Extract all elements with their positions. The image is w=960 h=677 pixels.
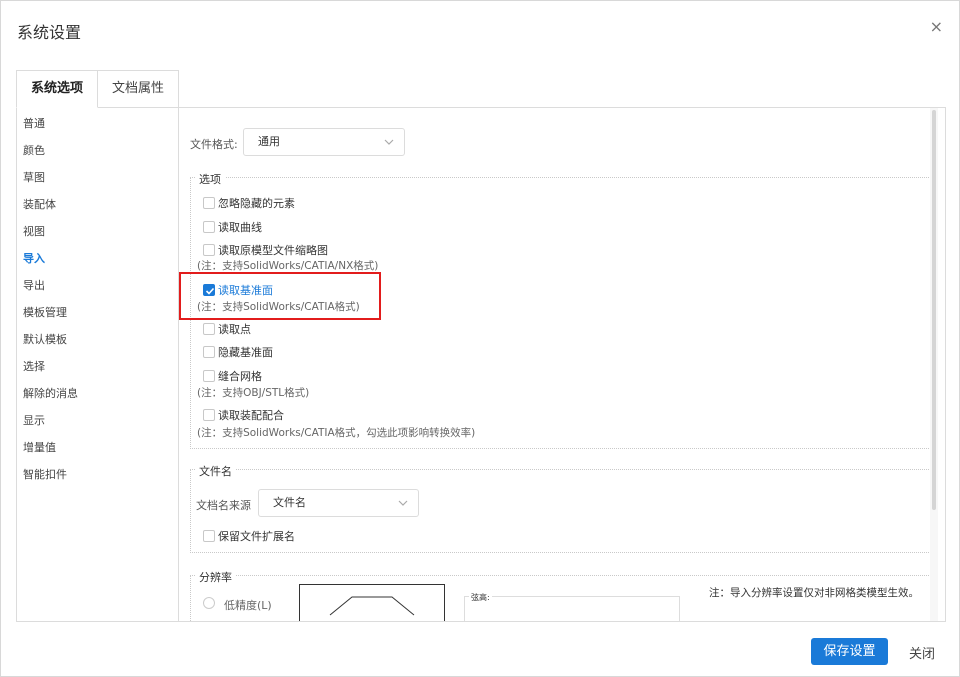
stitch-mesh-option[interactable]: 缝合网格 <box>203 368 262 384</box>
resolution-note: 注：导入分辨率设置仅对非网格类模型生效。 <box>709 587 919 599</box>
sidebar-item-increment[interactable]: 增量值 <box>23 439 56 455</box>
sidebar-item-dismissed-messages[interactable]: 解除的消息 <box>23 385 78 401</box>
chevron-down-icon <box>398 500 408 506</box>
stitch-mesh-note: (注：支持OBJ/STL格式) <box>197 387 310 399</box>
filename-source-label: 文档名来源 <box>196 499 251 512</box>
octagon-preview-icon <box>329 596 415 616</box>
close-icon[interactable]: × <box>930 19 943 35</box>
options-legend: 选项 <box>195 171 225 187</box>
read-points-option[interactable]: 读取点 <box>203 321 251 337</box>
import-settings-panel: 文件格式: 通用 选项 忽略隐藏的元素 读取曲线 读取原模型文件缩略图 (注：支… <box>180 108 938 621</box>
ignore-hidden-label: 忽略隐藏的元素 <box>218 197 295 210</box>
ignore-hidden-option[interactable]: 忽略隐藏的元素 <box>203 195 295 211</box>
file-format-value: 通用 <box>258 135 280 148</box>
sidebar-item-assembly[interactable]: 装配体 <box>23 196 56 212</box>
hide-datum-label: 隐藏基准面 <box>218 346 273 359</box>
tab-system-options[interactable]: 系统选项 <box>16 70 98 108</box>
sidebar: 普通 颜色 草图 装配体 视图 导入 导出 模板管理 默认模板 选择 解除的消息… <box>17 108 179 621</box>
keep-extension-checkbox[interactable] <box>203 530 215 542</box>
filename-source-select[interactable]: 文件名 <box>258 489 419 517</box>
hide-datum-option[interactable]: 隐藏基准面 <box>203 344 273 360</box>
sidebar-item-color[interactable]: 颜色 <box>23 142 45 158</box>
sidebar-item-export[interactable]: 导出 <box>23 277 45 293</box>
resolution-group: 分辨率 低精度(L) 弦高: 注：导入分辨率设置仅对非网格类模型生效。 <box>190 569 931 621</box>
read-points-checkbox[interactable] <box>203 323 215 335</box>
hide-datum-checkbox[interactable] <box>203 346 215 358</box>
read-thumbnail-note: (注：支持SolidWorks/CATIA/NX格式) <box>197 260 379 272</box>
read-mates-option[interactable]: 读取装配配合 <box>203 407 284 423</box>
file-format-label: 文件格式: <box>190 138 238 151</box>
settings-body: 普通 颜色 草图 装配体 视图 导入 导出 模板管理 默认模板 选择 解除的消息… <box>16 107 946 622</box>
sidebar-item-default-template[interactable]: 默认模板 <box>23 331 67 347</box>
keep-extension-label: 保留文件扩展名 <box>218 530 295 543</box>
sidebar-item-smart-fastener[interactable]: 智能扣件 <box>23 466 67 482</box>
stitch-mesh-checkbox[interactable] <box>203 370 215 382</box>
stitch-mesh-label: 缝合网格 <box>218 370 262 383</box>
read-thumbnail-option[interactable]: 读取原模型文件缩略图 <box>203 242 328 258</box>
chord-height-label: 弦高: <box>469 592 492 603</box>
read-points-label: 读取点 <box>218 323 251 336</box>
read-thumbnail-checkbox[interactable] <box>203 244 215 256</box>
chevron-down-icon <box>384 139 394 145</box>
save-settings-button[interactable]: 保存设置 <box>811 638 888 665</box>
keep-extension-option[interactable]: 保留文件扩展名 <box>203 528 295 544</box>
sidebar-item-general[interactable]: 普通 <box>23 115 45 131</box>
low-precision-radio[interactable] <box>203 597 215 609</box>
highlight-box <box>179 272 381 320</box>
sidebar-item-import[interactable]: 导入 <box>23 250 45 266</box>
read-mates-label: 读取装配配合 <box>218 409 284 422</box>
settings-dialog: 系统设置 × 系统选项 文档属性 普通 颜色 草图 装配体 视图 导入 导出 模… <box>0 0 960 677</box>
ignore-hidden-checkbox[interactable] <box>203 197 215 209</box>
filename-group: 文件名 文档名来源 文件名 保留文件扩展名 <box>190 463 931 553</box>
resolution-preview <box>299 584 445 621</box>
dialog-title: 系统设置 <box>17 23 82 42</box>
sidebar-item-display[interactable]: 显示 <box>23 412 45 428</box>
read-thumbnail-label: 读取原模型文件缩略图 <box>218 244 328 257</box>
read-curves-checkbox[interactable] <box>203 221 215 233</box>
low-precision-label: 低精度(L) <box>224 599 272 612</box>
filename-legend: 文件名 <box>195 463 236 479</box>
scrollbar-thumb[interactable] <box>932 110 936 510</box>
sidebar-item-sketch[interactable]: 草图 <box>23 169 45 185</box>
close-button[interactable]: 关闭 <box>909 643 935 662</box>
sidebar-item-selection[interactable]: 选择 <box>23 358 45 374</box>
read-curves-option[interactable]: 读取曲线 <box>203 219 262 235</box>
sidebar-item-view[interactable]: 视图 <box>23 223 45 239</box>
resolution-legend: 分辨率 <box>195 569 236 585</box>
read-mates-note: (注：支持SolidWorks/CATIA格式，勾选此项影响转换效率) <box>197 427 476 439</box>
content-scrollbar[interactable] <box>930 108 938 621</box>
file-format-select[interactable]: 通用 <box>243 128 405 156</box>
read-mates-checkbox[interactable] <box>203 409 215 421</box>
chord-height-box: 弦高: <box>464 592 680 621</box>
sidebar-item-template-management[interactable]: 模板管理 <box>23 304 67 320</box>
filename-source-value: 文件名 <box>273 496 306 509</box>
read-curves-label: 读取曲线 <box>218 221 262 234</box>
tab-document-properties[interactable]: 文档属性 <box>97 70 179 108</box>
